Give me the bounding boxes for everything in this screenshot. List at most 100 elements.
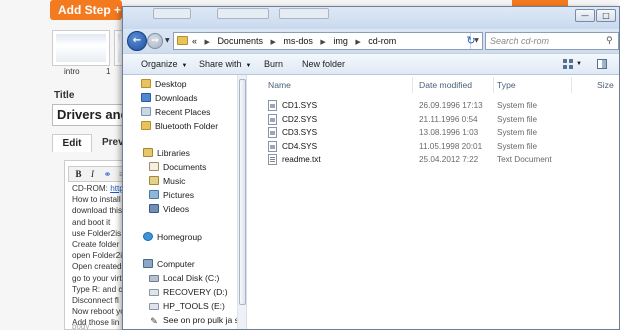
chevron-right-icon[interactable]: ▶ xyxy=(320,39,325,46)
file-date: 21.11.1996 0:54 xyxy=(419,114,478,124)
column-divider[interactable] xyxy=(412,77,413,93)
title-label: Title xyxy=(54,90,75,101)
search-icon: ⚲ xyxy=(606,36,613,46)
chevron-down-icon: ▼ xyxy=(181,63,188,69)
nav-item-recent-places[interactable]: Recent Places xyxy=(141,106,210,119)
back-arrow-icon: ← xyxy=(132,35,142,46)
nav-item-pictures[interactable]: Pictures xyxy=(149,189,194,202)
thumbnail-label: 1 xyxy=(106,67,111,76)
column-divider[interactable] xyxy=(571,77,572,93)
breadcrumb-ms-dos[interactable]: ms-dos xyxy=(283,36,313,46)
file-type: Text Document xyxy=(497,155,552,164)
nav-item-downloads[interactable]: Downloads xyxy=(141,92,198,105)
folder-icon xyxy=(141,121,151,130)
drive-icon xyxy=(149,289,159,296)
column-header-date[interactable]: Date modified xyxy=(419,75,472,95)
breadcrumb-overflow[interactable]: « xyxy=(192,36,197,46)
nav-item-bluetooth-folder[interactable]: Bluetooth Folder xyxy=(141,120,218,133)
libraries-icon xyxy=(143,148,153,157)
file-row[interactable]: CD4.SYS 11.05.1998 20:01 System file xyxy=(248,140,619,153)
editor-toolbar: B I ⚭ ≡ xyxy=(68,166,128,182)
view-dropdown-chevron-icon[interactable]: ▼ xyxy=(576,54,582,75)
file-type: System file xyxy=(497,114,538,124)
share-with-button[interactable]: Share with ▼ xyxy=(199,54,251,75)
computer-icon xyxy=(143,259,153,268)
forward-button[interactable]: → xyxy=(147,33,163,49)
file-date: 25.04.2012 7:22 xyxy=(419,155,479,164)
file-type: System file xyxy=(497,141,538,151)
file-name: readme.txt xyxy=(282,155,321,164)
column-header-name[interactable]: Name xyxy=(268,75,291,95)
desktop-icon xyxy=(141,79,151,88)
add-step-button[interactable]: Add Step + xyxy=(50,0,122,20)
organize-button[interactable]: Organize ▼ xyxy=(141,54,187,75)
breadcrumb-documents[interactable]: Documents xyxy=(217,36,263,46)
search-input[interactable]: Search cd-rom xyxy=(485,32,619,50)
column-divider[interactable] xyxy=(493,77,494,93)
file-name: CD2.SYS xyxy=(282,114,318,124)
preview-pane-icon[interactable] xyxy=(597,59,607,69)
tab-edit[interactable]: Edit xyxy=(52,134,92,152)
sys-file-icon xyxy=(268,100,277,111)
homegroup-icon xyxy=(143,232,153,241)
file-type: System file xyxy=(497,101,538,110)
file-row[interactable]: CD1.SYS 26.09.1996 17:13 System file xyxy=(248,99,619,112)
drive-icon xyxy=(149,303,159,310)
italic-button[interactable]: I xyxy=(86,168,99,180)
text-file-icon xyxy=(268,154,277,165)
recent-places-icon xyxy=(141,107,151,116)
burn-button[interactable]: Burn xyxy=(264,54,283,75)
chevron-right-icon: ▶ xyxy=(204,39,210,46)
window-caption[interactable]: — □ xyxy=(123,7,619,29)
minimize-icon[interactable]: — xyxy=(575,9,595,22)
nav-item-local-disk[interactable]: Local Disk (C:) xyxy=(149,272,219,285)
nav-item-homegroup[interactable]: Homegroup xyxy=(143,231,202,244)
nav-item-documents[interactable]: Documents xyxy=(149,161,206,174)
editor-footer: body xyxy=(72,322,90,330)
file-name: CD4.SYS xyxy=(282,141,318,151)
new-folder-button[interactable]: New folder xyxy=(302,54,345,75)
downloads-icon xyxy=(141,93,151,102)
nav-item-desktop[interactable]: Desktop xyxy=(141,78,187,91)
breadcrumb-cd-rom[interactable]: cd-rom xyxy=(368,36,396,46)
file-list: Name Date modified Type Size CD1.SYS 26.… xyxy=(248,75,619,329)
chevron-down-icon: ▼ xyxy=(245,63,252,69)
nav-item-music[interactable]: Music xyxy=(149,175,185,188)
scrollbar-thumb[interactable] xyxy=(239,79,246,305)
sys-file-icon xyxy=(268,127,277,138)
refresh-icon[interactable]: ↻ xyxy=(464,32,478,50)
recent-pages-chevron-icon[interactable]: ▼ xyxy=(165,37,170,44)
file-row[interactable]: CD2.SYS 21.11.1996 0:54 System file xyxy=(248,113,619,126)
background-tab-hint xyxy=(153,8,191,19)
step-thumbnail-intro[interactable] xyxy=(52,30,110,66)
command-bar: Organize ▼ Share with ▼ Burn New folder ▼ xyxy=(123,53,619,75)
file-row[interactable]: CD3.SYS 13.08.1996 1:03 System file xyxy=(248,126,619,139)
bold-button[interactable]: B xyxy=(72,168,85,180)
column-header-size[interactable]: Size xyxy=(597,75,614,95)
back-button[interactable]: ← xyxy=(127,31,147,51)
column-header-type[interactable]: Type xyxy=(497,75,516,95)
file-name: CD3.SYS xyxy=(282,128,318,137)
nav-item-recovery[interactable]: RECOVERY (D:) xyxy=(149,286,228,299)
thumbnail-label: intro xyxy=(64,67,80,76)
link-icon[interactable]: ⚭ xyxy=(101,168,114,180)
documents-icon xyxy=(149,162,159,171)
address-bar[interactable]: « ▶ Documents ▶ ms-dos ▶ img ▶ cd-rom ▼ xyxy=(173,32,483,50)
nav-item-videos[interactable]: Videos xyxy=(149,203,189,216)
explorer-window[interactable]: — □ ← → ▼ « ▶ Documents ▶ ms-dos ▶ img ▶… xyxy=(122,6,620,330)
file-date: 11.05.1998 20:01 xyxy=(419,141,483,151)
nav-item-removable[interactable]: ✎ See on pro pulk ja see e xyxy=(149,314,246,327)
change-view-icon[interactable] xyxy=(563,59,573,69)
nav-item-hp-tools[interactable]: HP_TOOLS (E:) xyxy=(149,300,225,313)
chevron-right-icon[interactable]: ▶ xyxy=(355,39,360,46)
folder-icon xyxy=(177,36,188,45)
maximize-icon[interactable]: □ xyxy=(596,9,616,22)
hard-disk-icon xyxy=(149,275,159,282)
navigation-pane: Desktop Downloads Recent Places Bluetoot… xyxy=(123,75,247,329)
nav-header-computer[interactable]: Computer xyxy=(143,258,195,271)
nav-scrollbar[interactable] xyxy=(237,75,246,329)
file-row[interactable]: readme.txt 25.04.2012 7:22 Text Document xyxy=(248,153,619,166)
chevron-right-icon[interactable]: ▶ xyxy=(270,39,275,46)
breadcrumb-img[interactable]: img xyxy=(333,36,348,46)
nav-header-libraries[interactable]: Libraries xyxy=(143,147,190,160)
